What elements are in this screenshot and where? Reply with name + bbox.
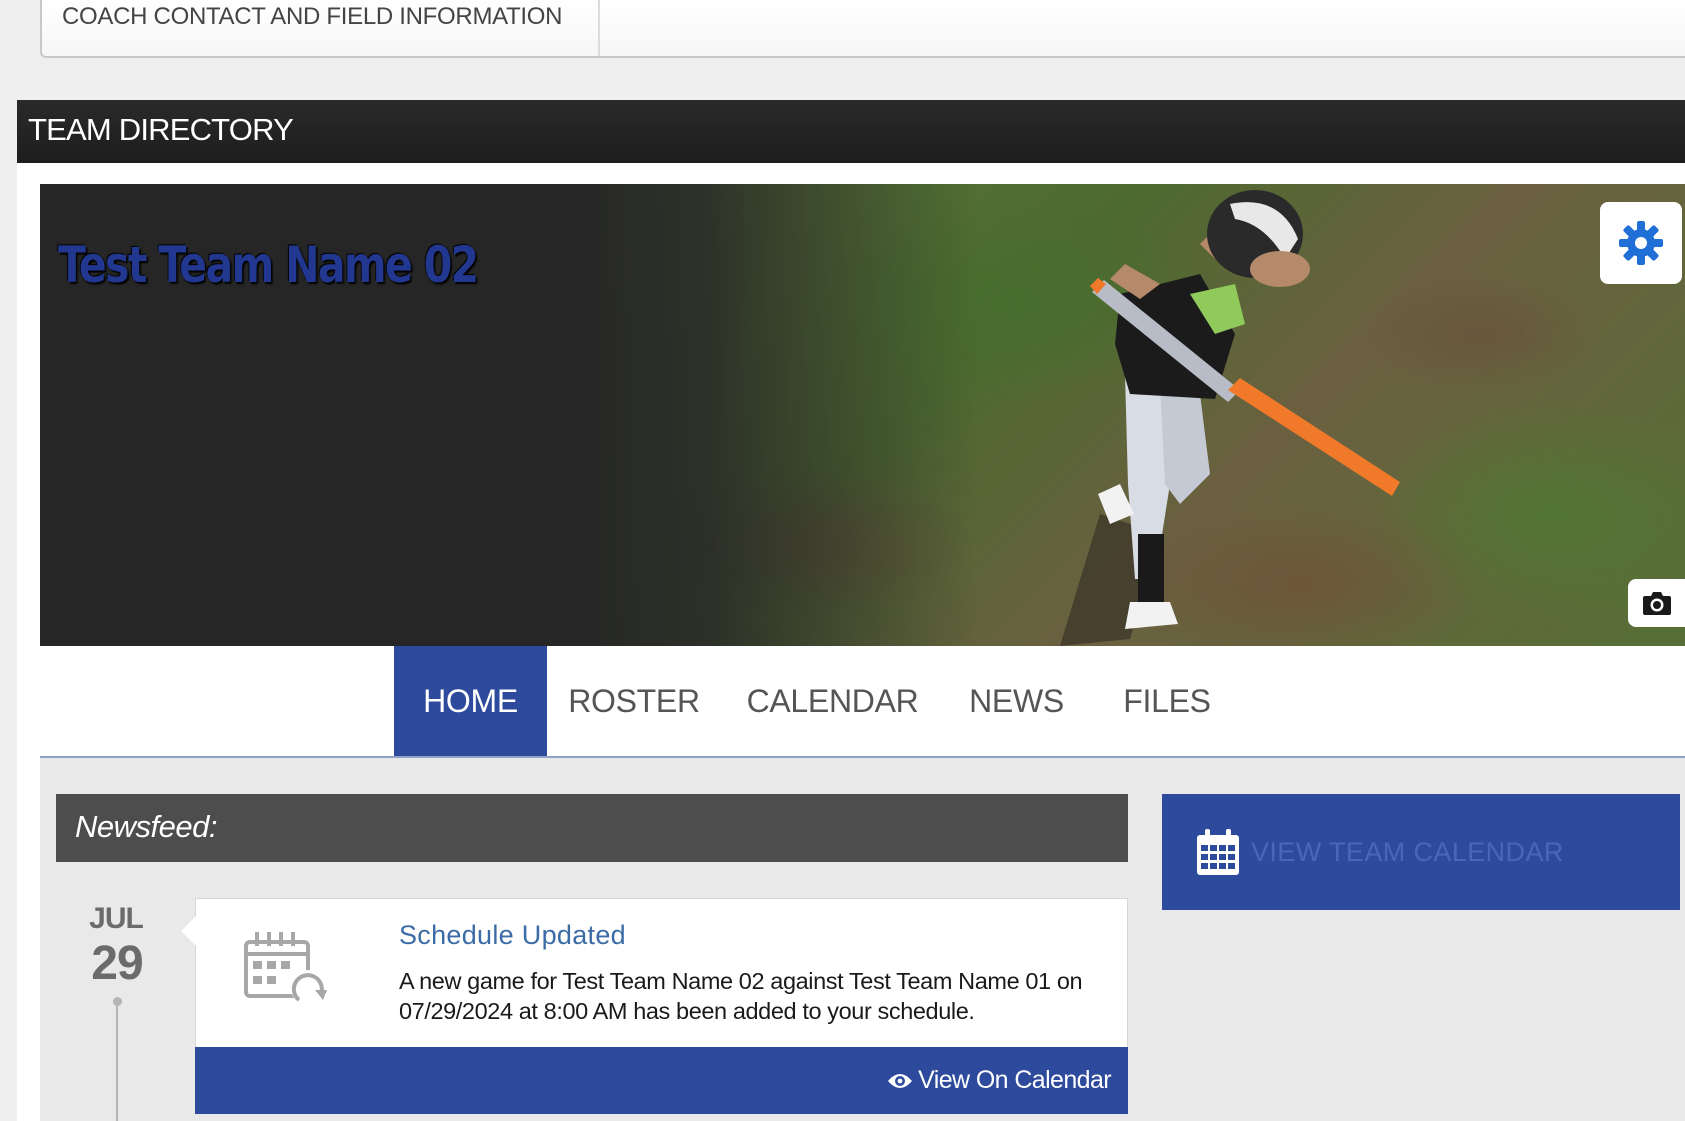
team-nav: HOME ROSTER CALENDAR NEWS FILES [40, 646, 1685, 758]
news-entry-month: JUL [89, 902, 144, 935]
top-tab-strip: COACH CONTACT AND FIELD INFORMATION [40, 0, 1685, 58]
nav-tab-home[interactable]: HOME [394, 646, 547, 756]
news-entry-body: A new game for Test Team Name 02 against… [399, 968, 1083, 1024]
team-settings-button[interactable] [1600, 202, 1682, 284]
change-banner-photo-button[interactable] [1628, 579, 1685, 627]
view-team-calendar-button[interactable]: VIEW TEAM CALENDAR [1162, 794, 1680, 910]
page: COACH CONTACT AND FIELD INFORMATION TEAM… [0, 0, 1685, 1121]
news-entry-title[interactable]: Schedule Updated [399, 920, 626, 951]
newsfeed-header: Newsfeed: [56, 794, 1128, 862]
eye-icon [888, 1073, 913, 1088]
nav-tab-label: FILES [1123, 682, 1211, 719]
timeline-dot [113, 997, 122, 1006]
gear-icon [1619, 221, 1663, 265]
calendar-refresh-icon [244, 932, 327, 1006]
news-entry-day: 29 [91, 937, 143, 990]
newsfeed-heading: Newsfeed: [75, 809, 217, 844]
nav-tab-files[interactable]: FILES [1089, 646, 1245, 756]
nav-tab-label: CALENDAR [746, 682, 919, 719]
calendar-icon [1197, 829, 1239, 875]
nav-tab-calendar[interactable]: CALENDAR [721, 646, 944, 756]
nav-tab-label: NEWS [969, 682, 1064, 719]
tab-coach-contact-field-info[interactable]: COACH CONTACT AND FIELD INFORMATION [42, 0, 600, 56]
team-name-title: Test Team Name 02 [58, 236, 479, 294]
camera-icon [1642, 592, 1671, 615]
nav-tab-news[interactable]: NEWS [944, 646, 1089, 756]
timeline-line [116, 1006, 118, 1121]
team-directory-header: TEAM DIRECTORY [17, 100, 1685, 163]
view-on-calendar-label: View On Calendar [918, 1066, 1111, 1094]
view-on-calendar-button[interactable]: View On Calendar [195, 1047, 1128, 1114]
team-banner: Test Team Name 02 [40, 184, 1685, 646]
news-entry-card-pointer [181, 916, 196, 946]
team-directory-title: TEAM DIRECTORY [28, 112, 294, 147]
tab-label: COACH CONTACT AND FIELD INFORMATION [62, 3, 563, 30]
view-team-calendar-label: VIEW TEAM CALENDAR [1251, 836, 1564, 867]
nav-tab-roster[interactable]: ROSTER [547, 646, 721, 756]
nav-tab-label: HOME [423, 682, 518, 719]
nav-tab-label: ROSTER [568, 682, 700, 719]
